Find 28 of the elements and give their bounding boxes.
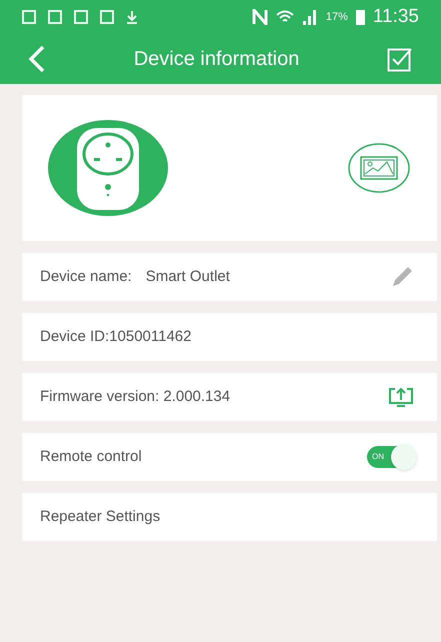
notification-icon <box>74 10 88 24</box>
row-label: Repeater Settings <box>40 506 160 527</box>
notification-icon <box>22 10 36 24</box>
row-label: Firmware version: 2.000.134 <box>40 386 230 407</box>
notification-icon <box>48 10 62 24</box>
notification-icon <box>100 10 114 24</box>
signal-icon <box>302 9 318 25</box>
nfc-icon <box>252 9 268 25</box>
settings-row[interactable]: Device ID:1050011462 <box>22 313 437 361</box>
row-value: Smart Outlet <box>146 266 230 287</box>
checkbox-icon[interactable] <box>387 46 413 72</box>
smart-plug-icon <box>48 120 168 216</box>
row-label: Device ID:1050011462 <box>40 326 192 347</box>
row-label: Remote control <box>40 446 142 467</box>
settings-row[interactable]: Device name: Smart Outlet <box>22 253 437 301</box>
page-title: Device information <box>134 47 300 72</box>
row-label: Device name: <box>40 266 132 287</box>
battery-icon <box>356 9 365 25</box>
upload-icon[interactable] <box>387 386 415 408</box>
settings-row[interactable]: Repeater Settings <box>22 493 437 541</box>
back-icon[interactable] <box>28 45 46 73</box>
toggle-label: ON <box>372 451 384 463</box>
download-icon <box>126 10 138 24</box>
image-picker-icon[interactable] <box>347 142 411 194</box>
battery-percent: 17% <box>326 10 348 25</box>
clock: 11:35 <box>372 4 419 29</box>
settings-row[interactable]: Firmware version: 2.000.134 <box>22 373 437 421</box>
settings-row[interactable]: Remote control ON <box>22 433 437 481</box>
